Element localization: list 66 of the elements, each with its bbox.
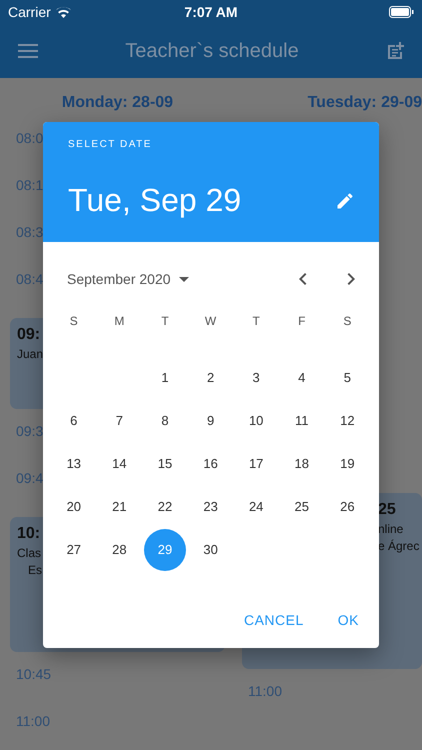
app-title: Teacher`s schedule xyxy=(125,40,299,62)
weekday-label: M xyxy=(113,314,126,330)
event-text: nline xyxy=(378,522,404,536)
calendar-day[interactable]: 26 xyxy=(326,486,368,528)
event-time: 09: xyxy=(17,326,40,344)
menu-icon[interactable] xyxy=(18,44,38,58)
calendar-day[interactable]: 6 xyxy=(52,400,95,442)
calendar-day[interactable]: 12 xyxy=(326,400,368,442)
time-slot: 09:3 xyxy=(10,423,44,470)
calendar-day[interactable]: 14 xyxy=(98,442,140,484)
event-text: Clas xyxy=(17,546,42,560)
calendar-day[interactable]: 3 xyxy=(235,356,278,398)
weekday-label: S xyxy=(68,314,79,330)
calendar-day[interactable]: 9 xyxy=(190,400,232,442)
weekday-label: F xyxy=(297,314,306,330)
clock: 7:07 AM xyxy=(184,4,238,20)
event-text: Es xyxy=(28,563,42,577)
calendar-day[interactable]: 13 xyxy=(52,442,95,484)
calendar-day[interactable]: 23 xyxy=(190,486,232,528)
calendar-day[interactable]: 1 xyxy=(144,356,186,398)
calendar-day[interactable]: 20 xyxy=(52,486,95,528)
time-slot: 08:4 xyxy=(10,271,44,318)
note-add-icon[interactable] xyxy=(386,41,406,61)
dialog-caption: SELECT DATE xyxy=(68,139,152,150)
event-text: Juan xyxy=(17,347,44,361)
calendar-day[interactable]: 19 xyxy=(326,442,368,484)
event-time: 25 xyxy=(378,501,396,519)
calendar-day[interactable]: 27 xyxy=(52,528,95,570)
time-slot: 09:4 xyxy=(10,470,44,517)
calendar-day[interactable]: 30 xyxy=(190,528,232,570)
calendar-day[interactable]: 16 xyxy=(190,442,232,484)
selected-date: Tue, Sep 29 xyxy=(68,182,242,219)
day-heading: Monday: 28-09 xyxy=(62,94,174,112)
dropdown-caret-icon xyxy=(178,276,189,282)
calendar-day[interactable]: 21 xyxy=(98,486,140,528)
calendar-day[interactable]: 2 xyxy=(190,356,232,398)
wifi-icon xyxy=(56,6,71,18)
day-heading: Tuesday: 29-09 xyxy=(308,94,422,112)
calendar-day[interactable]: 8 xyxy=(144,400,186,442)
month-selector[interactable]: September 2020 xyxy=(67,271,189,287)
weekday-label: W xyxy=(204,314,218,330)
time-slot: 08:1 xyxy=(10,177,44,224)
battery-icon xyxy=(388,6,414,18)
calendar-day[interactable]: 22 xyxy=(144,486,186,528)
calendar-day[interactable]: 17 xyxy=(235,442,278,484)
calendar-day[interactable]: 18 xyxy=(280,442,323,484)
calendar-day[interactable]: 11 xyxy=(280,400,323,442)
calendar-day[interactable]: 4 xyxy=(280,356,323,398)
calendar-day[interactable]: 5 xyxy=(326,356,368,398)
weekday-label: T xyxy=(252,314,261,330)
time-slot: 08:3 xyxy=(10,224,44,271)
time-slot: 11:00 xyxy=(10,713,50,750)
time-slot: 10:45 xyxy=(10,666,52,713)
time-slot: 11:00 xyxy=(242,683,282,730)
weekday-label: S xyxy=(342,314,352,330)
calendar-day[interactable]: 10 xyxy=(235,400,278,442)
carrier-label: Carrier xyxy=(8,4,51,20)
calendar-day[interactable]: 7 xyxy=(98,400,140,442)
calendar-day[interactable]: 25 xyxy=(280,486,323,528)
weekday-label: T xyxy=(160,314,170,330)
calendar-day[interactable]: 15 xyxy=(144,442,186,484)
time-slot: 08:0 xyxy=(10,130,44,177)
calendar-day[interactable]: 24 xyxy=(235,486,278,528)
event-time: 10: xyxy=(17,525,40,543)
edit-icon[interactable] xyxy=(335,190,355,210)
calendar-day[interactable]: 28 xyxy=(98,528,140,570)
